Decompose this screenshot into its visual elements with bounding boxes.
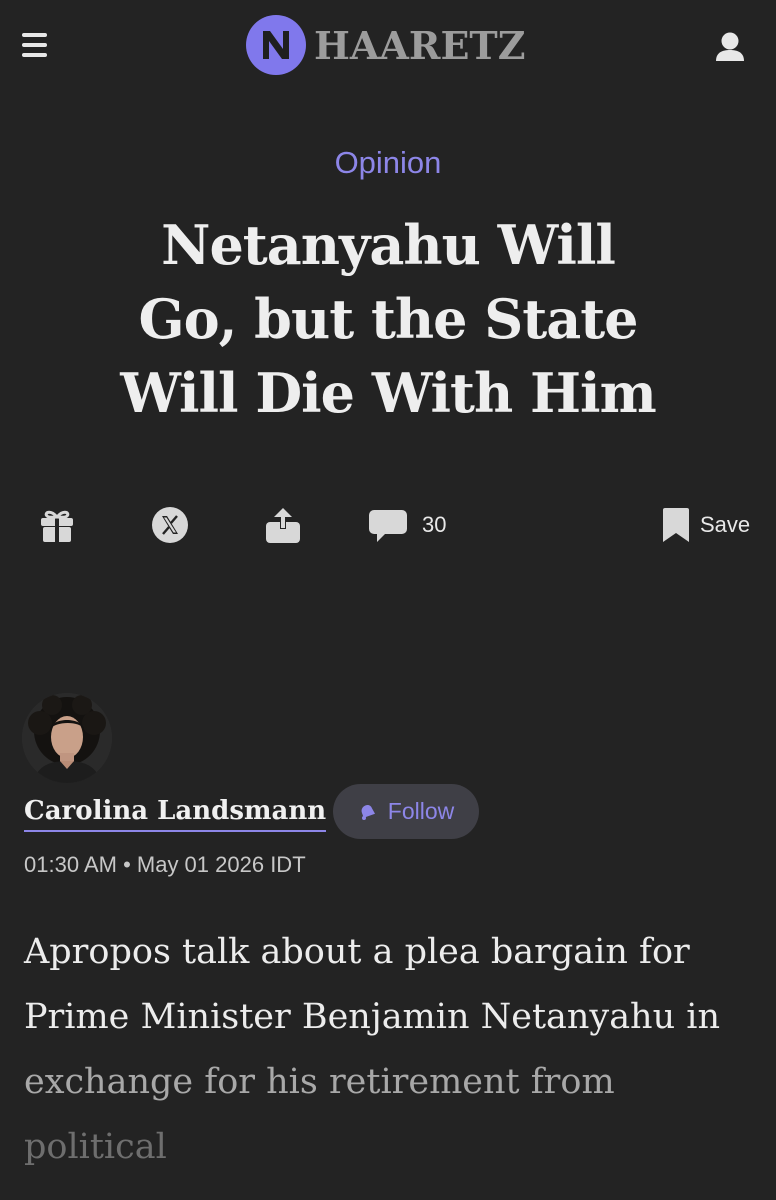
article-body: Apropos talk about a plea bargain for Pr…: [24, 920, 754, 1180]
top-bar: HAARETZ: [0, 0, 776, 92]
body-line: Apropos talk about a plea bargain for: [24, 932, 690, 972]
logo-badge-icon: [246, 15, 306, 75]
body-line: political: [24, 1127, 167, 1167]
bell-icon: [361, 804, 375, 820]
author-name-link[interactable]: Carolina Landsmann: [24, 794, 327, 832]
author-avatar[interactable]: [22, 693, 112, 783]
headline-line: Go, but the State: [138, 287, 638, 351]
site-logo[interactable]: HAARETZ: [246, 14, 525, 76]
comment-icon: [369, 510, 407, 542]
share-icon: [266, 508, 300, 543]
x-share-icon: [152, 507, 188, 543]
body-line: Prime Minister Benjamin Netanyahu in: [24, 997, 721, 1037]
headline-line: Will Die With Him: [120, 361, 656, 425]
save-label: Save: [700, 512, 751, 537]
comments-count: 30: [422, 512, 447, 537]
logo-wordmark: HAARETZ: [314, 22, 526, 68]
share-button[interactable]: [264, 500, 302, 550]
article-action-bar: 30 Save: [0, 500, 776, 550]
headline-line: Netanyahu Will: [161, 213, 616, 277]
bookmark-icon: [663, 508, 689, 542]
publish-timestamp: 01:30 AM • May 01 2026 IDT: [24, 852, 306, 877]
gift-article-button[interactable]: [38, 500, 76, 550]
section-label[interactable]: Opinion: [0, 145, 776, 181]
user-profile-icon[interactable]: [714, 30, 746, 64]
save-button[interactable]: Save: [662, 500, 750, 550]
comments-button[interactable]: 30: [368, 500, 446, 550]
article-headline: Netanyahu Will Go, but the State Will Di…: [90, 208, 686, 430]
gift-icon: [41, 510, 73, 542]
share-x-button[interactable]: [151, 500, 189, 550]
follow-button[interactable]: Follow: [333, 784, 479, 839]
hamburger-menu-icon[interactable]: [20, 30, 50, 60]
follow-label: Follow: [387, 798, 455, 824]
body-line: exchange for his retirement from: [24, 1062, 615, 1102]
